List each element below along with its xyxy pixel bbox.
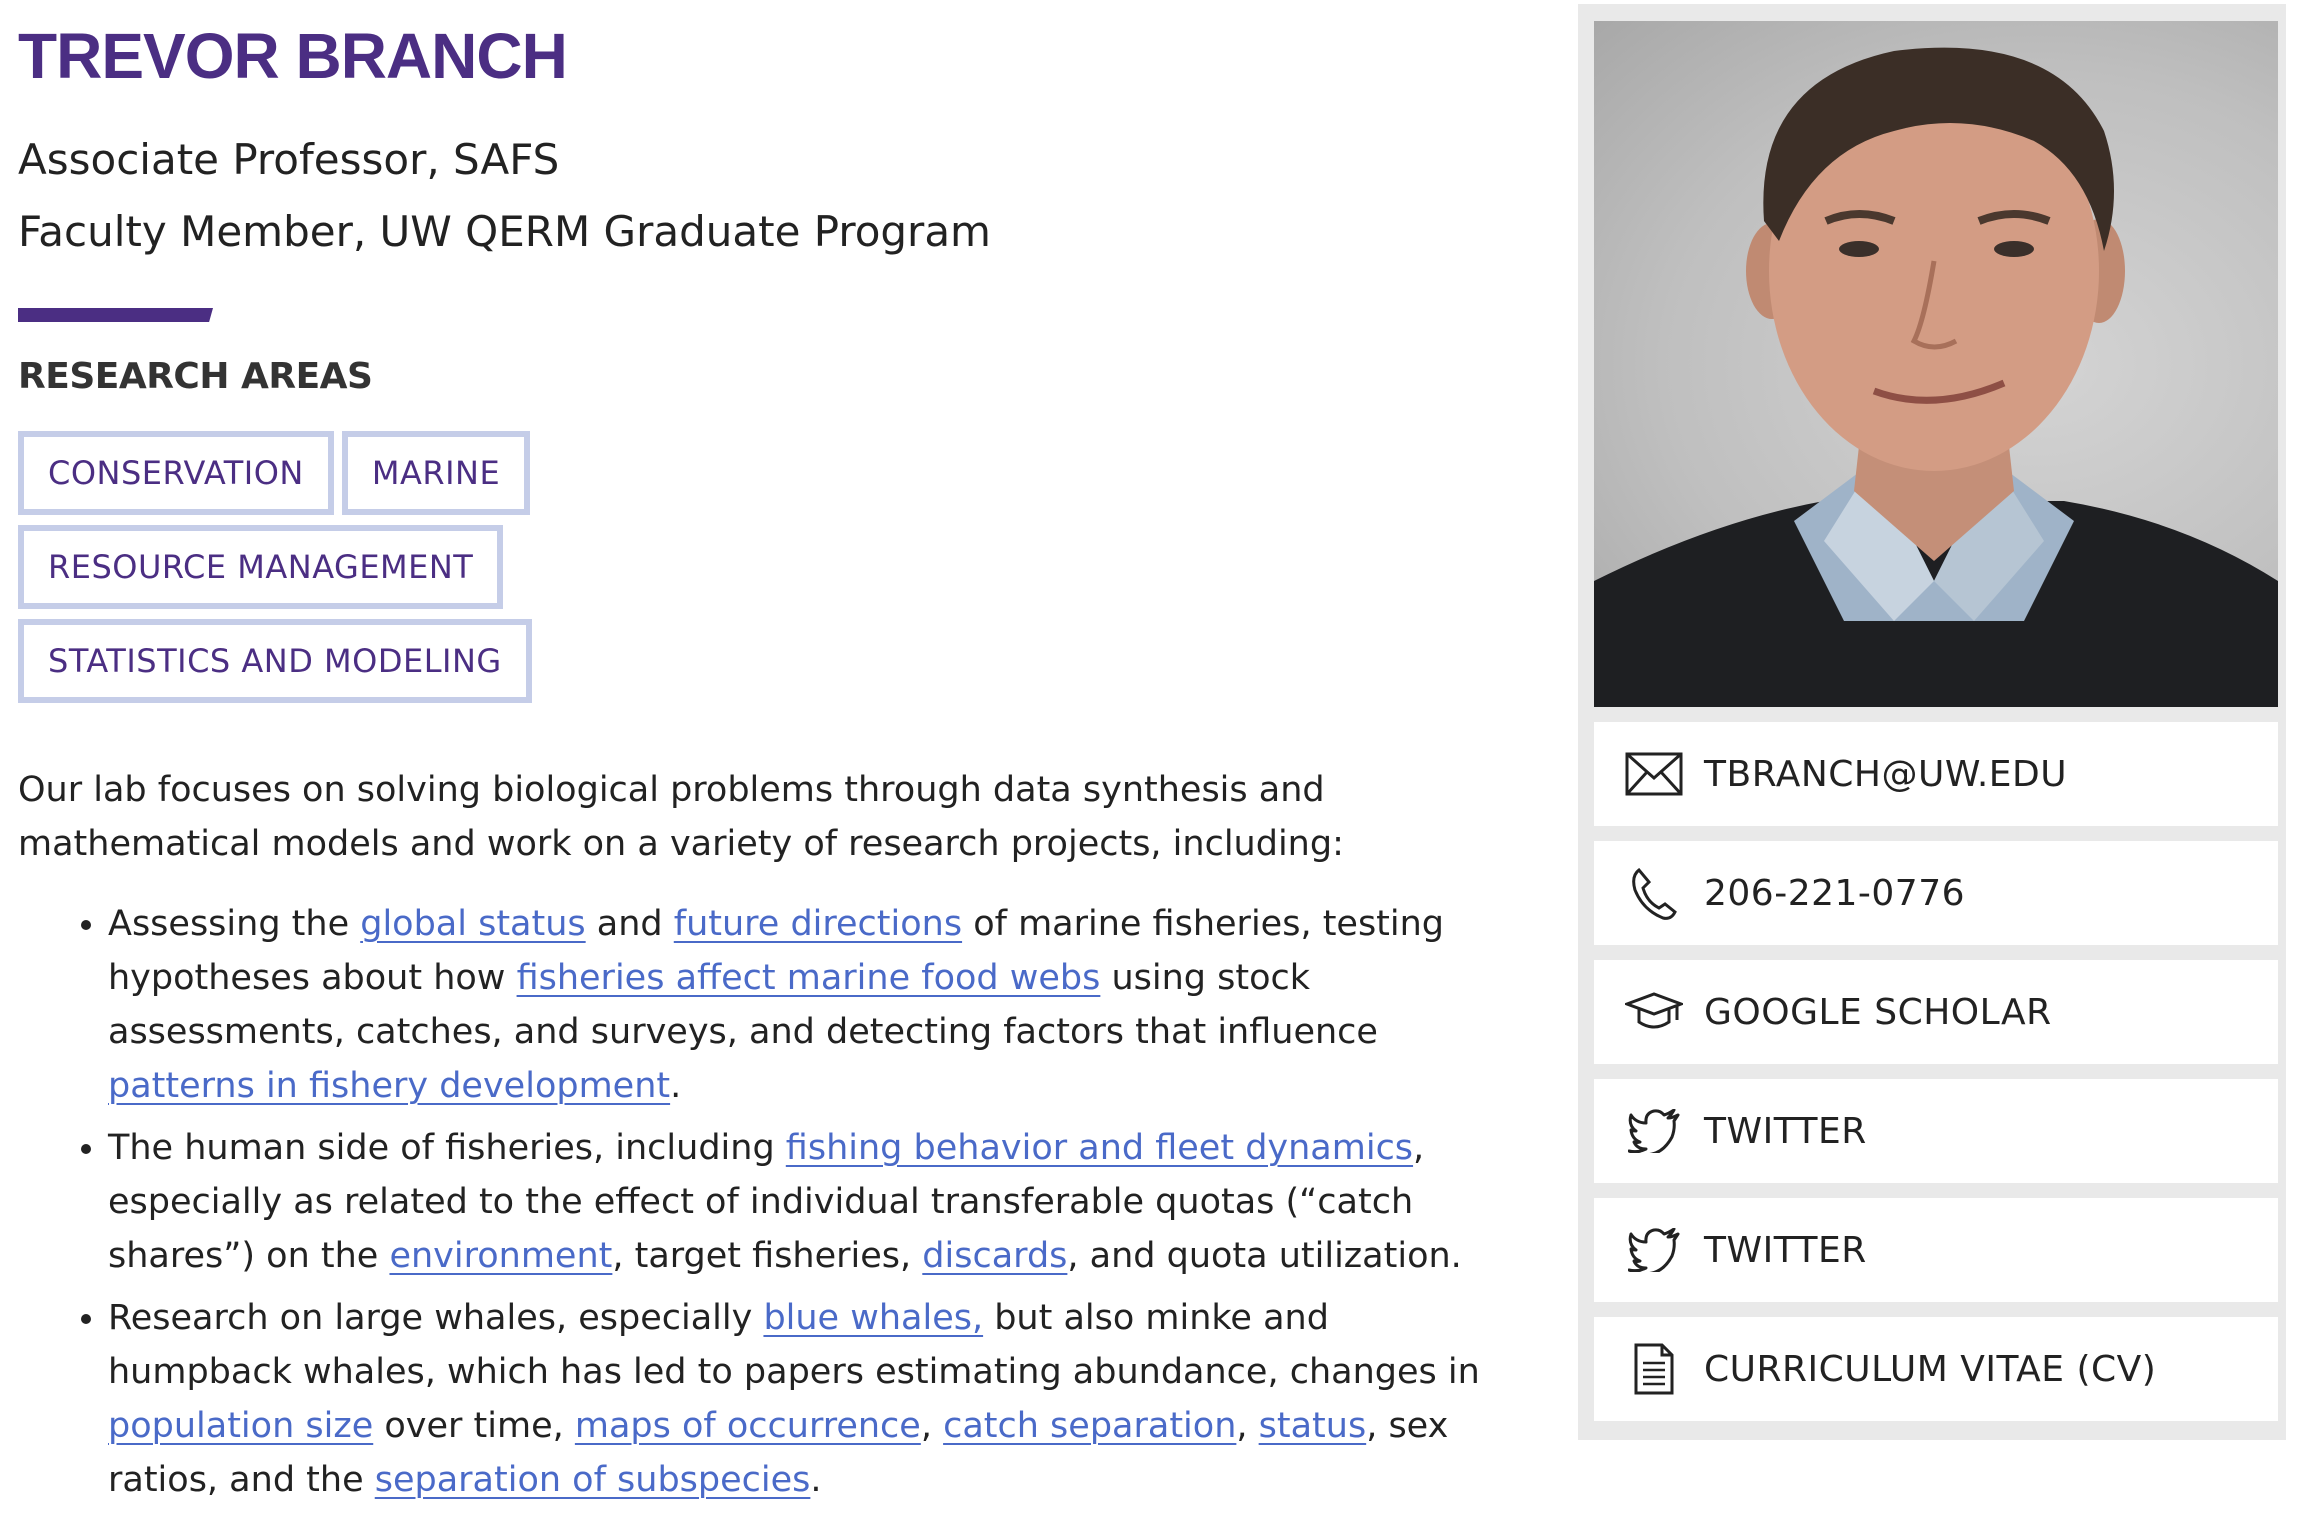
email-link[interactable]: TBRANCH@UW.EDU bbox=[1594, 722, 2278, 826]
portrait-illustration bbox=[1594, 47, 2278, 707]
tag-conservation[interactable]: CONSERVATION bbox=[18, 431, 334, 515]
text: . bbox=[670, 1066, 682, 1106]
tag-statistics-modeling[interactable]: STATISTICS AND MODELING bbox=[18, 619, 532, 703]
email-label: TBRANCH@UW.EDU bbox=[1704, 753, 2068, 795]
graduation-cap-icon bbox=[1624, 982, 1684, 1042]
list-item: The human side of fisheries, including f… bbox=[108, 1121, 1488, 1283]
link-fleet-dynamics[interactable]: fishing behavior and fleet dynamics bbox=[786, 1128, 1413, 1168]
text: , bbox=[1236, 1406, 1259, 1446]
research-areas-heading: RESEARCH AREAS bbox=[18, 356, 373, 397]
job-title: Associate Professor, SAFS bbox=[18, 135, 560, 184]
text: , target fisheries, bbox=[612, 1236, 923, 1276]
tag-marine[interactable]: MARINE bbox=[341, 431, 531, 515]
list-item: Assessing the global status and future d… bbox=[108, 897, 1488, 1113]
twitter-label: TWITTER bbox=[1704, 1229, 1867, 1271]
twitter-label: TWITTER bbox=[1704, 1110, 1867, 1152]
text: and bbox=[585, 904, 674, 944]
envelope-icon bbox=[1624, 744, 1684, 804]
profile-main: TREVOR BRANCH Associate Professor, SAFS … bbox=[18, 0, 1480, 1515]
project-list: Assessing the global status and future d… bbox=[18, 897, 1488, 1507]
twitter-bird-icon bbox=[1624, 1101, 1684, 1161]
phone-icon bbox=[1624, 863, 1684, 923]
link-catch-separation[interactable]: catch separation bbox=[943, 1406, 1236, 1446]
phone-label: 206-221-0776 bbox=[1704, 872, 1966, 914]
page-title: TREVOR BRANCH bbox=[18, 20, 568, 92]
link-status[interactable]: status bbox=[1259, 1406, 1367, 1446]
link-blue-whales[interactable]: blue whales, bbox=[763, 1298, 983, 1338]
link-fishery-development[interactable]: patterns in fishery development bbox=[108, 1066, 670, 1106]
text: over time, bbox=[373, 1406, 575, 1446]
phone-link[interactable]: 206-221-0776 bbox=[1594, 841, 2278, 945]
contact-sidebar: TBRANCH@UW.EDU 206-221-0776 GOOGLE SCHOL… bbox=[1578, 4, 2286, 1440]
link-global-status[interactable]: global status bbox=[360, 904, 585, 944]
link-maps-occurrence[interactable]: maps of occurrence bbox=[575, 1406, 921, 1446]
twitter-bird-icon bbox=[1624, 1220, 1684, 1280]
link-subspecies[interactable]: separation of subspecies bbox=[375, 1460, 811, 1500]
document-icon bbox=[1624, 1339, 1684, 1399]
accent-divider bbox=[18, 308, 213, 322]
text: Research on large whales, especially bbox=[108, 1298, 764, 1338]
link-food-webs[interactable]: fisheries affect marine food webs bbox=[517, 958, 1101, 998]
cv-link[interactable]: CURRICULUM VITAE (CV) bbox=[1594, 1317, 2278, 1421]
cv-label: CURRICULUM VITAE (CV) bbox=[1704, 1348, 2157, 1390]
twitter-link-2[interactable]: TWITTER bbox=[1594, 1198, 2278, 1302]
text: , bbox=[920, 1406, 944, 1446]
link-environment[interactable]: environment bbox=[389, 1236, 612, 1276]
research-tags: CONSERVATION MARINE RESOURCE MANAGEMENT STA… bbox=[18, 431, 1018, 713]
link-discards[interactable]: discards bbox=[922, 1236, 1067, 1276]
text: , and quota utilization. bbox=[1067, 1236, 1462, 1276]
google-scholar-link[interactable]: GOOGLE SCHOLAR bbox=[1594, 960, 2278, 1064]
text: . bbox=[810, 1460, 822, 1500]
text: Assessing the bbox=[108, 904, 361, 944]
link-population-size[interactable]: population size bbox=[108, 1406, 373, 1446]
scholar-label: GOOGLE SCHOLAR bbox=[1704, 991, 2052, 1033]
program-title: Faculty Member, UW QERM Graduate Program bbox=[18, 207, 991, 256]
twitter-link-1[interactable]: TWITTER bbox=[1594, 1079, 2278, 1183]
intro-paragraph: Our lab focuses on solving biological pr… bbox=[18, 770, 1344, 864]
link-future-directions[interactable]: future directions bbox=[674, 904, 962, 944]
profile-photo bbox=[1594, 21, 2278, 707]
tag-resource-management[interactable]: RESOURCE MANAGEMENT bbox=[18, 525, 504, 609]
list-item: Research on large whales, especially blu… bbox=[108, 1291, 1488, 1507]
text: The human side of fisheries, including bbox=[108, 1128, 786, 1168]
